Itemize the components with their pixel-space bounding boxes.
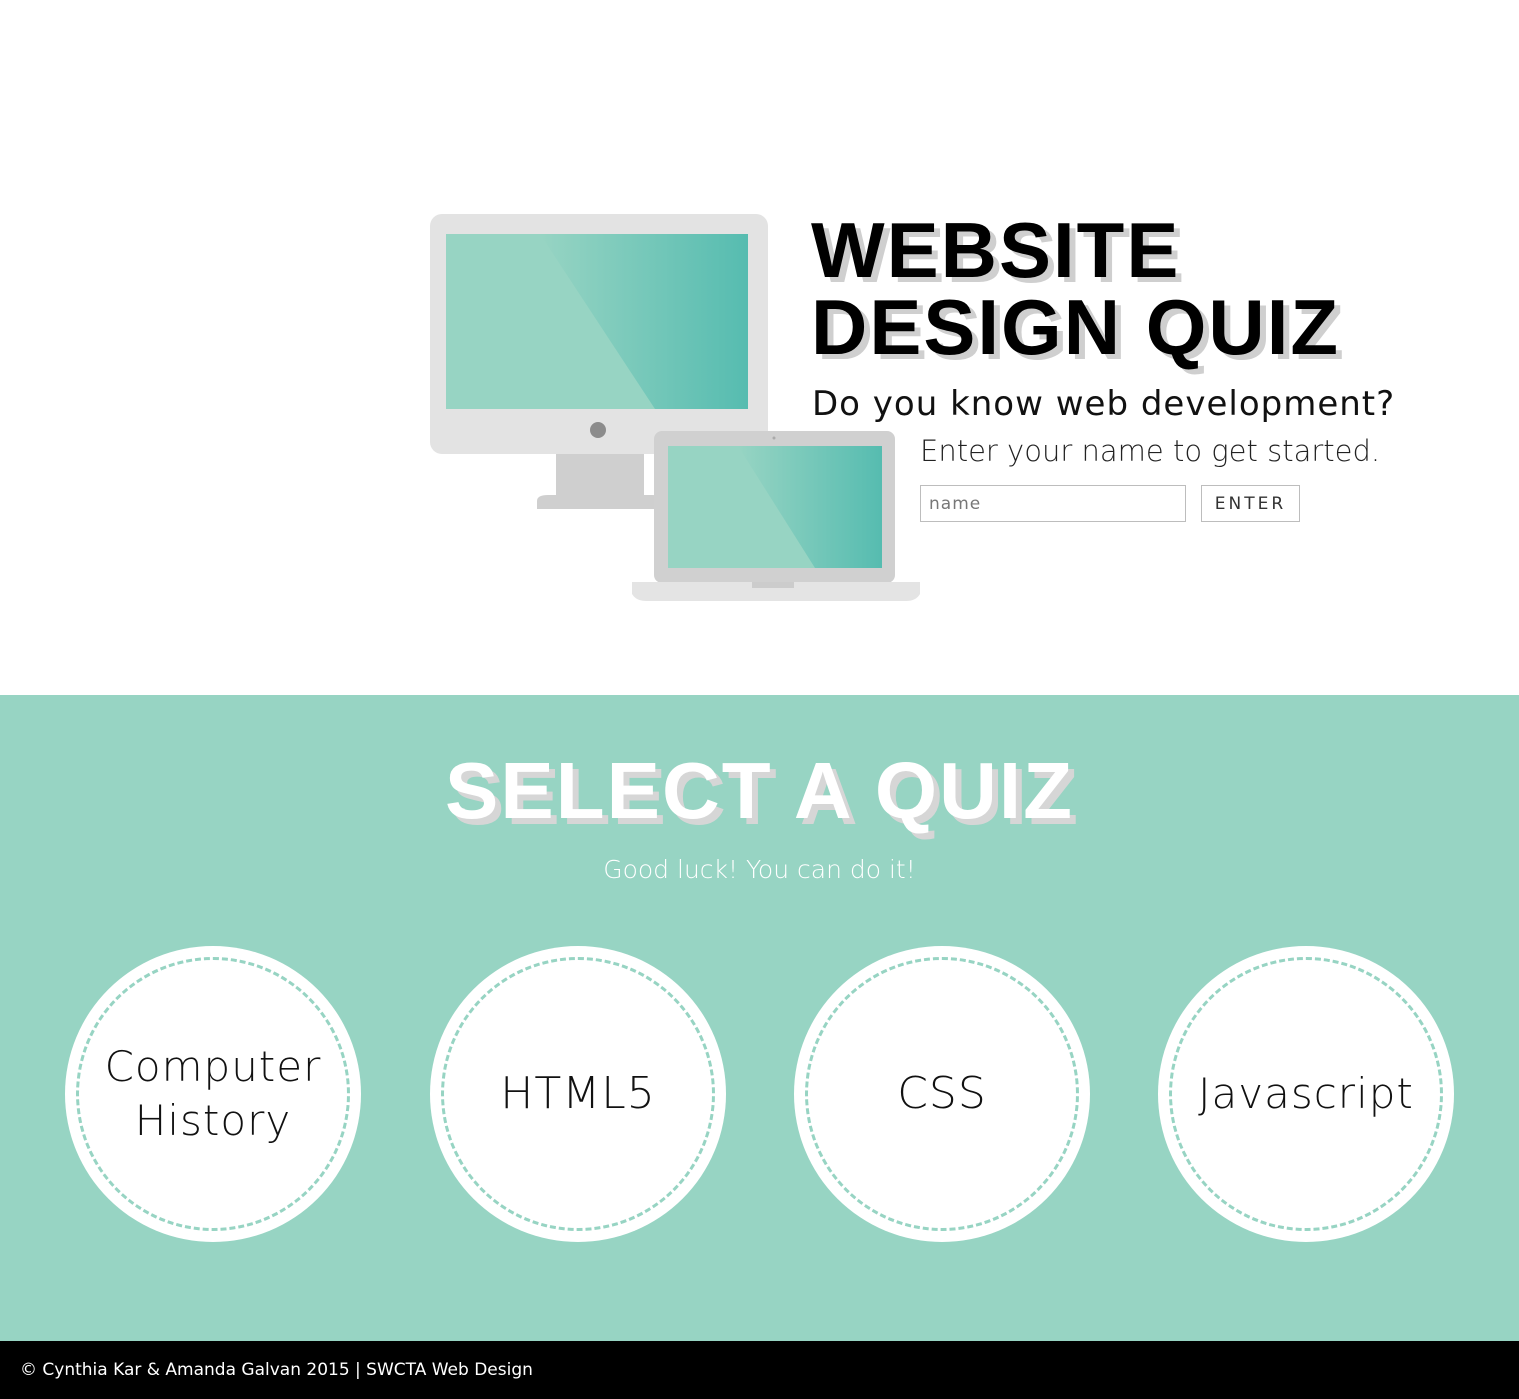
title-line-1: WEBSITE — [811, 206, 1181, 294]
quiz-option-label: Javascript — [1198, 1069, 1414, 1118]
quiz-tagline: Good luck! You can do it! — [603, 855, 916, 884]
quiz-option-label-line-1: Computer — [104, 1042, 322, 1091]
hero-subtitle: Do you know web development? — [812, 384, 1396, 424]
quiz-option-javascript[interactable]: Javascript — [1158, 946, 1454, 1242]
name-prompt: Enter your name to get started. — [920, 434, 1381, 468]
quiz-option-label-line-2: History — [134, 1096, 292, 1145]
enter-button[interactable]: ENTER — [1201, 485, 1300, 522]
quiz-option-css[interactable]: CSS — [794, 946, 1090, 1242]
name-input[interactable] — [920, 485, 1186, 522]
laptop-icon — [632, 431, 920, 601]
hero-section: WEBSITE DESIGN QUIZ Do you know web deve… — [0, 0, 1519, 695]
quiz-option-label: HTML5 — [500, 1068, 656, 1119]
quiz-option-computer-history[interactable]: Computer History — [65, 946, 361, 1242]
footer-copyright: © Cynthia Kar & Amanda Galvan 2015 | SWC… — [20, 1360, 533, 1380]
quiz-option-label: Computer History — [85, 1040, 342, 1148]
quiz-option-label: CSS — [897, 1068, 987, 1119]
footer: © Cynthia Kar & Amanda Galvan 2015 | SWC… — [0, 1341, 1519, 1399]
quiz-heading: SELECT A QUIZ — [445, 746, 1074, 835]
quiz-option-html5[interactable]: HTML5 — [430, 946, 726, 1242]
title-line-2: DESIGN QUIZ — [811, 283, 1341, 371]
page-title: WEBSITE DESIGN QUIZ — [811, 206, 1341, 371]
quiz-selection-section: SELECT A QUIZ Good luck! You can do it! … — [0, 695, 1519, 1341]
